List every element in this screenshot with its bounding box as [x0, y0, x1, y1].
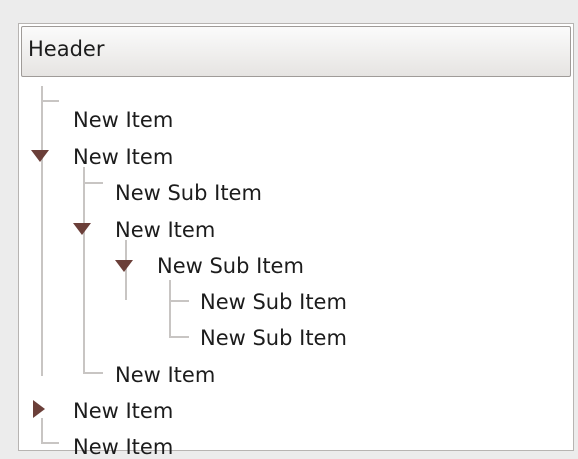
tree-line: [41, 418, 43, 442]
expand-arrow-icon[interactable]: [31, 150, 49, 162]
tree-item-label[interactable]: New Item: [73, 399, 173, 423]
tree-line: [169, 336, 189, 338]
tree-line: [169, 300, 189, 302]
expand-arrow-icon[interactable]: [115, 260, 133, 272]
tree-item-label[interactable]: New Item: [73, 108, 173, 132]
tree-line: [83, 182, 103, 184]
tree-line: [41, 86, 43, 376]
tree-item-label[interactable]: New Item: [73, 435, 173, 459]
tree-line: [169, 280, 171, 338]
tree-line: [41, 442, 59, 444]
tree-item-label[interactable]: New Sub Item: [200, 326, 347, 350]
tree-line: [83, 372, 103, 374]
tree-body: New Item New Item New Sub Item New Item …: [19, 80, 573, 459]
collapse-arrow-icon[interactable]: [33, 400, 45, 418]
tree-line: [83, 167, 85, 374]
tree-item-label[interactable]: New Sub Item: [115, 181, 262, 205]
column-header[interactable]: Header: [21, 26, 571, 77]
tree-item-label[interactable]: New Item: [73, 145, 173, 169]
expand-arrow-icon[interactable]: [73, 223, 91, 235]
tree-item-label[interactable]: New Item: [115, 363, 215, 387]
tree-line: [41, 100, 59, 102]
tree-item-label[interactable]: New Sub Item: [157, 254, 304, 278]
tree-view[interactable]: Header New Item New Item New Sub Item Ne…: [18, 23, 574, 459]
tree-item-label[interactable]: New Item: [115, 218, 215, 242]
tree-item-label[interactable]: New Sub Item: [200, 290, 347, 314]
